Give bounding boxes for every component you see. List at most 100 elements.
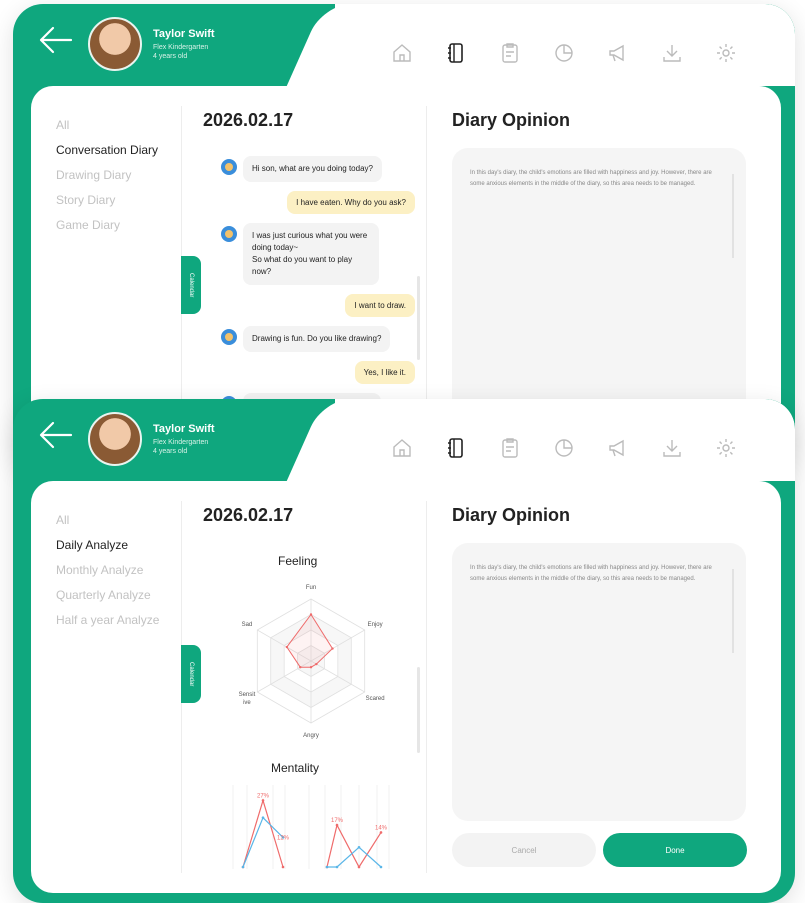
profile-age: 4 years old xyxy=(153,53,188,60)
profile-age: 4 years old xyxy=(153,448,188,455)
cancel-button[interactable]: Cancel xyxy=(452,833,596,867)
back-arrow-icon[interactable] xyxy=(39,26,73,54)
diary-date: 2026.02.17 xyxy=(203,110,294,130)
message-text: Yes, I like it. xyxy=(354,361,415,384)
line-point xyxy=(281,865,285,869)
radar-point xyxy=(309,613,313,616)
back-arrow-icon[interactable] xyxy=(39,421,73,449)
opinion-text: In this day's diary, the child's emotion… xyxy=(470,565,712,582)
diary-icon[interactable] xyxy=(443,435,469,461)
category-story-diary[interactable]: Story Diary xyxy=(56,188,158,213)
chat-message: Hi son, what are you doing today? xyxy=(221,156,415,182)
download-icon[interactable] xyxy=(659,40,685,66)
category-game-diary[interactable]: Game Diary xyxy=(56,213,158,238)
radar-axis-label: Enjoy xyxy=(368,622,383,628)
radar-axis-label: Scared xyxy=(366,696,385,702)
header-bar: Taylor Swift Flex Kindergarten 4 years o… xyxy=(13,4,795,86)
profile-school: Flex Kindergarten xyxy=(153,439,209,446)
category-all[interactable]: All xyxy=(56,113,158,138)
bot-avatar-icon xyxy=(221,159,237,175)
category-drawing-diary[interactable]: Drawing Diary xyxy=(56,163,158,188)
line-point xyxy=(379,865,383,869)
bot-avatar-icon xyxy=(221,226,237,242)
home-icon[interactable] xyxy=(389,435,415,461)
radar-axis-label: Angry xyxy=(303,733,319,739)
line-point xyxy=(357,845,361,849)
line-point xyxy=(241,865,245,869)
message-text: I have eaten. Why do you ask? xyxy=(287,191,415,214)
checklist-icon[interactable] xyxy=(497,435,523,461)
profile-name: Taylor Swift xyxy=(153,28,215,40)
profile-school: Flex Kindergarten xyxy=(153,44,209,51)
radar-point xyxy=(309,666,313,669)
category-conversation-diary[interactable]: Conversation Diary xyxy=(56,138,158,163)
radar-point xyxy=(315,662,318,666)
line-data-label: 17% xyxy=(331,818,344,824)
message-text: Hi son, what are you doing today? xyxy=(243,156,382,182)
calendar-tab[interactable]: Calendar xyxy=(181,256,201,314)
pie-chart-icon[interactable] xyxy=(551,40,577,66)
line-point xyxy=(335,823,339,827)
line-series xyxy=(242,798,284,868)
opinion-scrollbar[interactable] xyxy=(732,174,734,258)
chart-scrollbar[interactable] xyxy=(417,667,420,753)
line-series xyxy=(242,816,284,868)
category-monthly-analyze[interactable]: Monthly Analyze xyxy=(56,558,159,583)
line-data-label: 12% xyxy=(277,835,290,841)
analyze-date: 2026.02.17 xyxy=(203,505,294,525)
line-data-label: 27% xyxy=(257,793,270,799)
category-quarterly-analyze[interactable]: Quarterly Analyze xyxy=(56,583,159,608)
bot-avatar-icon xyxy=(221,329,237,345)
nav-icons xyxy=(389,40,739,66)
message-text: Drawing is fun. Do you like drawing? xyxy=(243,326,391,352)
settings-icon[interactable] xyxy=(713,435,739,461)
line-series xyxy=(326,823,382,869)
chat-message: I have eaten. Why do you ask? xyxy=(221,191,415,214)
megaphone-icon[interactable] xyxy=(605,435,631,461)
profile-name: Taylor Swift xyxy=(153,423,215,435)
chat-message: I want to draw. xyxy=(221,294,415,317)
category-all[interactable]: All xyxy=(56,508,159,533)
calendar-tab[interactable]: Calendar xyxy=(181,645,201,703)
opinion-scrollbar[interactable] xyxy=(732,569,734,653)
line-point xyxy=(261,799,265,802)
radar-point xyxy=(299,666,302,669)
megaphone-icon[interactable] xyxy=(605,40,631,66)
feeling-radar-chart: Fun Enjoy Scared Angry Sensit ive Sad xyxy=(239,585,385,739)
line-point xyxy=(379,831,383,834)
opinion-title: Diary Opinion xyxy=(452,110,571,130)
content-area: All Daily Analyze Monthly Analyze Quarte… xyxy=(31,481,781,893)
category-half-year-analyze[interactable]: Half a year Analyze xyxy=(56,608,159,633)
pie-chart-icon[interactable] xyxy=(551,435,577,461)
diary-categories: All Conversation Diary Drawing Diary Sto… xyxy=(56,113,158,238)
chat-message: I was just curious what you were doing t… xyxy=(221,223,415,285)
line-point xyxy=(261,816,265,819)
avatar[interactable] xyxy=(88,17,142,71)
chat-message: Yes, I like it. xyxy=(221,361,415,384)
checklist-icon[interactable] xyxy=(497,40,523,66)
opinion-title: Diary Opinion xyxy=(452,505,571,525)
radar-point xyxy=(331,647,334,650)
avatar[interactable] xyxy=(88,412,142,466)
opinion-text: In this day's diary, the child's emotion… xyxy=(470,170,712,187)
diary-icon[interactable] xyxy=(443,40,469,66)
analyze-categories: All Daily Analyze Monthly Analyze Quarte… xyxy=(56,508,159,633)
line-point xyxy=(325,865,329,869)
chat-message: Drawing is fun. Do you like drawing? xyxy=(221,326,415,352)
settings-icon[interactable] xyxy=(713,40,739,66)
line-point xyxy=(335,865,339,869)
category-daily-analyze[interactable]: Daily Analyze xyxy=(56,533,159,558)
download-icon[interactable] xyxy=(659,435,685,461)
mentality-line-chart: 27% 12% 17% 14% xyxy=(232,785,390,869)
radar-axis-label: Sensit ive xyxy=(239,692,256,706)
message-text: I was just curious what you were doing t… xyxy=(243,223,379,285)
done-button[interactable]: Done xyxy=(603,833,747,867)
feeling-chart-title: Feeling xyxy=(278,554,318,568)
radar-axis-label: Fun xyxy=(306,585,316,591)
line-point xyxy=(357,865,361,869)
radar-axis-label: Sad xyxy=(242,622,253,628)
chat-scrollbar[interactable] xyxy=(417,276,420,360)
divider xyxy=(426,501,427,873)
home-icon[interactable] xyxy=(389,40,415,66)
daily-analyze-panel: Taylor Swift Flex Kindergarten 4 years o… xyxy=(13,399,795,903)
